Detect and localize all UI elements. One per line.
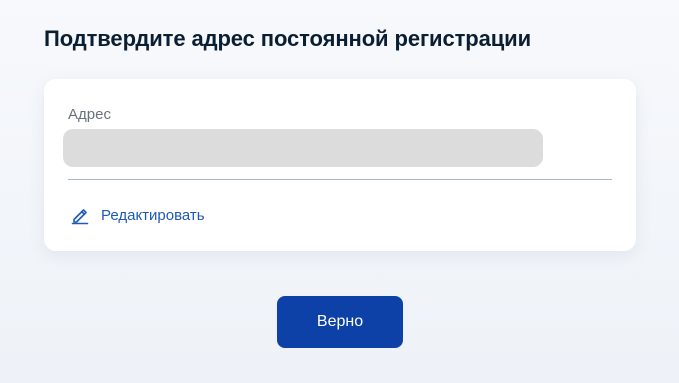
address-card: Адрес Редактировать xyxy=(44,79,636,251)
confirm-button[interactable]: Верно xyxy=(277,296,403,348)
divider xyxy=(68,179,612,180)
edit-address-label: Редактировать xyxy=(101,206,205,224)
address-label: Адрес xyxy=(68,106,111,123)
page-title: Подтвердите адрес постоянной регистрации xyxy=(44,26,532,51)
address-value xyxy=(63,129,543,167)
pencil-icon xyxy=(70,205,90,225)
edit-address-link[interactable]: Редактировать xyxy=(70,205,205,225)
